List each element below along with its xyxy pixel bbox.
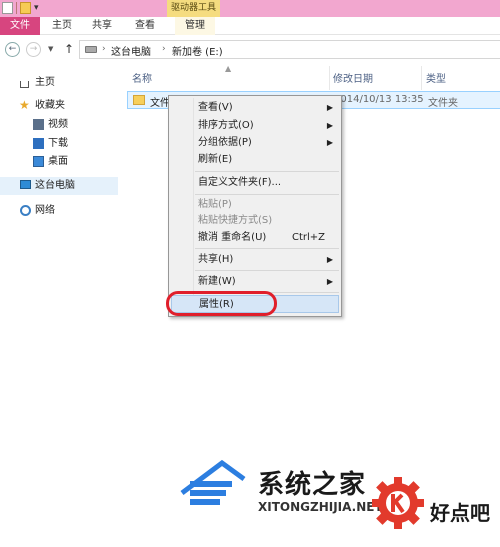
customize-toolbar-icon[interactable]: ▾ — [34, 2, 42, 14]
menu-item-shortcut: Ctrl+Z — [291, 232, 325, 243]
sidebar-item-label: 主页 — [35, 77, 55, 88]
column-header-date[interactable]: 修改日期 — [333, 70, 373, 85]
menu-item-label: 粘贴快捷方式(S) — [198, 215, 273, 226]
menu-separator — [195, 194, 339, 195]
submenu-arrow-icon: ▶ — [326, 121, 333, 130]
up-arrow-icon[interactable]: ↑ — [64, 42, 74, 56]
sidebar-item-favorites[interactable]: ★ 收藏夹 — [0, 97, 118, 115]
file-type: 文件夹 — [428, 98, 458, 109]
menu-item-sort-by[interactable]: 排序方式(O) ▶ — [171, 117, 339, 135]
tab-manage[interactable]: 管理 — [175, 17, 215, 35]
drive-tools-context-label: 驱动器工具 — [167, 0, 220, 17]
sidebar-item-videos[interactable]: 视频 — [0, 116, 118, 134]
breadcrumb-volume-e[interactable]: 新加卷 (E:) — [172, 43, 223, 58]
quick-access-toolbar: ▾ — [2, 2, 42, 14]
submenu-arrow-icon: ▶ — [326, 138, 333, 147]
sort-ascending-icon: ▲ — [225, 64, 232, 73]
tab-file[interactable]: 文件 — [0, 17, 40, 35]
address-bar[interactable]: › 这台电脑 › 新加卷 (E:) — [79, 40, 500, 59]
menu-item-view[interactable]: 查看(V) ▶ — [171, 99, 339, 117]
sidebar-item-label: 这台电脑 — [35, 180, 75, 191]
menu-item-share[interactable]: 共享(H) ▶ — [171, 251, 339, 269]
menu-item-group-by[interactable]: 分组依据(P) ▶ — [171, 134, 339, 152]
breadcrumb-separator-icon: › — [102, 44, 106, 54]
sidebar-item-desktop[interactable]: 桌面 — [0, 153, 118, 171]
file-date: 2014/10/13 13:35 — [334, 94, 424, 105]
properties-icon[interactable] — [2, 2, 13, 14]
sidebar-item-label: 网络 — [35, 205, 55, 216]
gear-logo-icon — [372, 477, 424, 529]
breadcrumb-this-pc[interactable]: 这台电脑 — [111, 43, 151, 58]
column-divider[interactable] — [329, 66, 330, 90]
sidebar-item-label: 视频 — [48, 119, 68, 130]
submenu-arrow-icon: ▶ — [326, 255, 333, 264]
menu-separator — [195, 248, 339, 249]
submenu-arrow-icon: ▶ — [326, 103, 333, 112]
menu-item-label: 自定义文件夹(F)... — [198, 177, 282, 188]
menu-item-refresh[interactable]: 刷新(E) — [171, 151, 339, 169]
breadcrumb-separator-icon: › — [162, 44, 166, 54]
column-header-type[interactable]: 类型 — [426, 70, 446, 85]
column-header-name[interactable]: 名称 — [132, 70, 152, 85]
sidebar-item-downloads[interactable]: 下载 — [0, 135, 118, 153]
menu-item-label: 新建(W) — [198, 276, 236, 287]
menu-item-label: 排序方式(O) — [198, 120, 254, 131]
menu-item-label: 刷新(E) — [198, 154, 233, 165]
annotation-highlight-ring — [166, 291, 277, 316]
menu-item-customize-folder[interactable]: 自定义文件夹(F)... — [171, 174, 339, 192]
star-icon: ★ — [19, 98, 30, 112]
navigation-bar: ← → ▼ ↑ › 这台电脑 › 新加卷 (E:) — [0, 36, 500, 62]
sidebar-item-label: 下载 — [48, 138, 68, 149]
new-folder-icon[interactable] — [20, 2, 31, 14]
tab-share[interactable]: 共享 — [88, 17, 116, 35]
menu-item-label: 撤消 重命名(U) — [198, 232, 267, 243]
menu-item-label: 查看(V) — [198, 102, 233, 113]
column-divider[interactable] — [421, 66, 422, 90]
ribbon-tabs: 文件 主页 共享 查看 管理 — [0, 17, 500, 35]
sidebar-item-this-pc[interactable]: 这台电脑 — [0, 177, 118, 195]
title-bar: ▾ 驱动器工具 — [0, 0, 500, 17]
drive-icon — [85, 46, 97, 53]
watermark-site-title: 系统之家 — [258, 470, 367, 500]
download-folder-icon — [33, 138, 44, 149]
context-menu: 查看(V) ▶ 排序方式(O) ▶ 分组依据(P) ▶ 刷新(E) 自定义文件夹… — [168, 95, 342, 317]
menu-item-paste-shortcut[interactable]: 粘贴快捷方式(S) — [171, 212, 339, 230]
desktop-folder-icon — [33, 156, 44, 167]
network-icon — [20, 205, 31, 216]
forward-button[interactable]: → — [26, 42, 41, 57]
sidebar-item-network[interactable]: 网络 — [0, 202, 118, 220]
navigation-pane: 主页 ★ 收藏夹 视频 下载 桌面 这台电脑 网络 — [0, 64, 118, 547]
sidebar-item-label: 收藏夹 — [35, 100, 65, 111]
home-icon — [20, 81, 29, 88]
back-button[interactable]: ← — [5, 42, 20, 57]
menu-item-new[interactable]: 新建(W) ▶ — [171, 273, 339, 291]
toolbar-divider — [16, 2, 17, 14]
watermark-site-url: XITONGZHIJIA.NET — [258, 500, 383, 514]
folder-icon — [133, 95, 145, 105]
watermark-brand: 好点吧 — [430, 501, 490, 525]
sidebar-item-label: 桌面 — [48, 156, 68, 167]
file-name: 文件 — [150, 98, 170, 109]
menu-item-label: 分组依据(P) — [198, 137, 252, 148]
menu-item-label: 共享(H) — [198, 254, 234, 265]
sidebar-item-home[interactable]: 主页 — [0, 74, 118, 92]
submenu-arrow-icon: ▶ — [326, 277, 333, 286]
xitongzhijia-logo — [180, 459, 246, 505]
menu-item-undo-rename[interactable]: 撤消 重命名(U) Ctrl+Z — [171, 229, 339, 247]
tab-home[interactable]: 主页 — [48, 17, 76, 35]
video-folder-icon — [33, 119, 44, 130]
tab-view[interactable]: 查看 — [131, 17, 159, 35]
computer-icon — [20, 180, 31, 189]
menu-separator — [195, 270, 339, 271]
recent-locations-dropdown-icon[interactable]: ▼ — [48, 45, 53, 53]
menu-separator — [195, 171, 339, 172]
